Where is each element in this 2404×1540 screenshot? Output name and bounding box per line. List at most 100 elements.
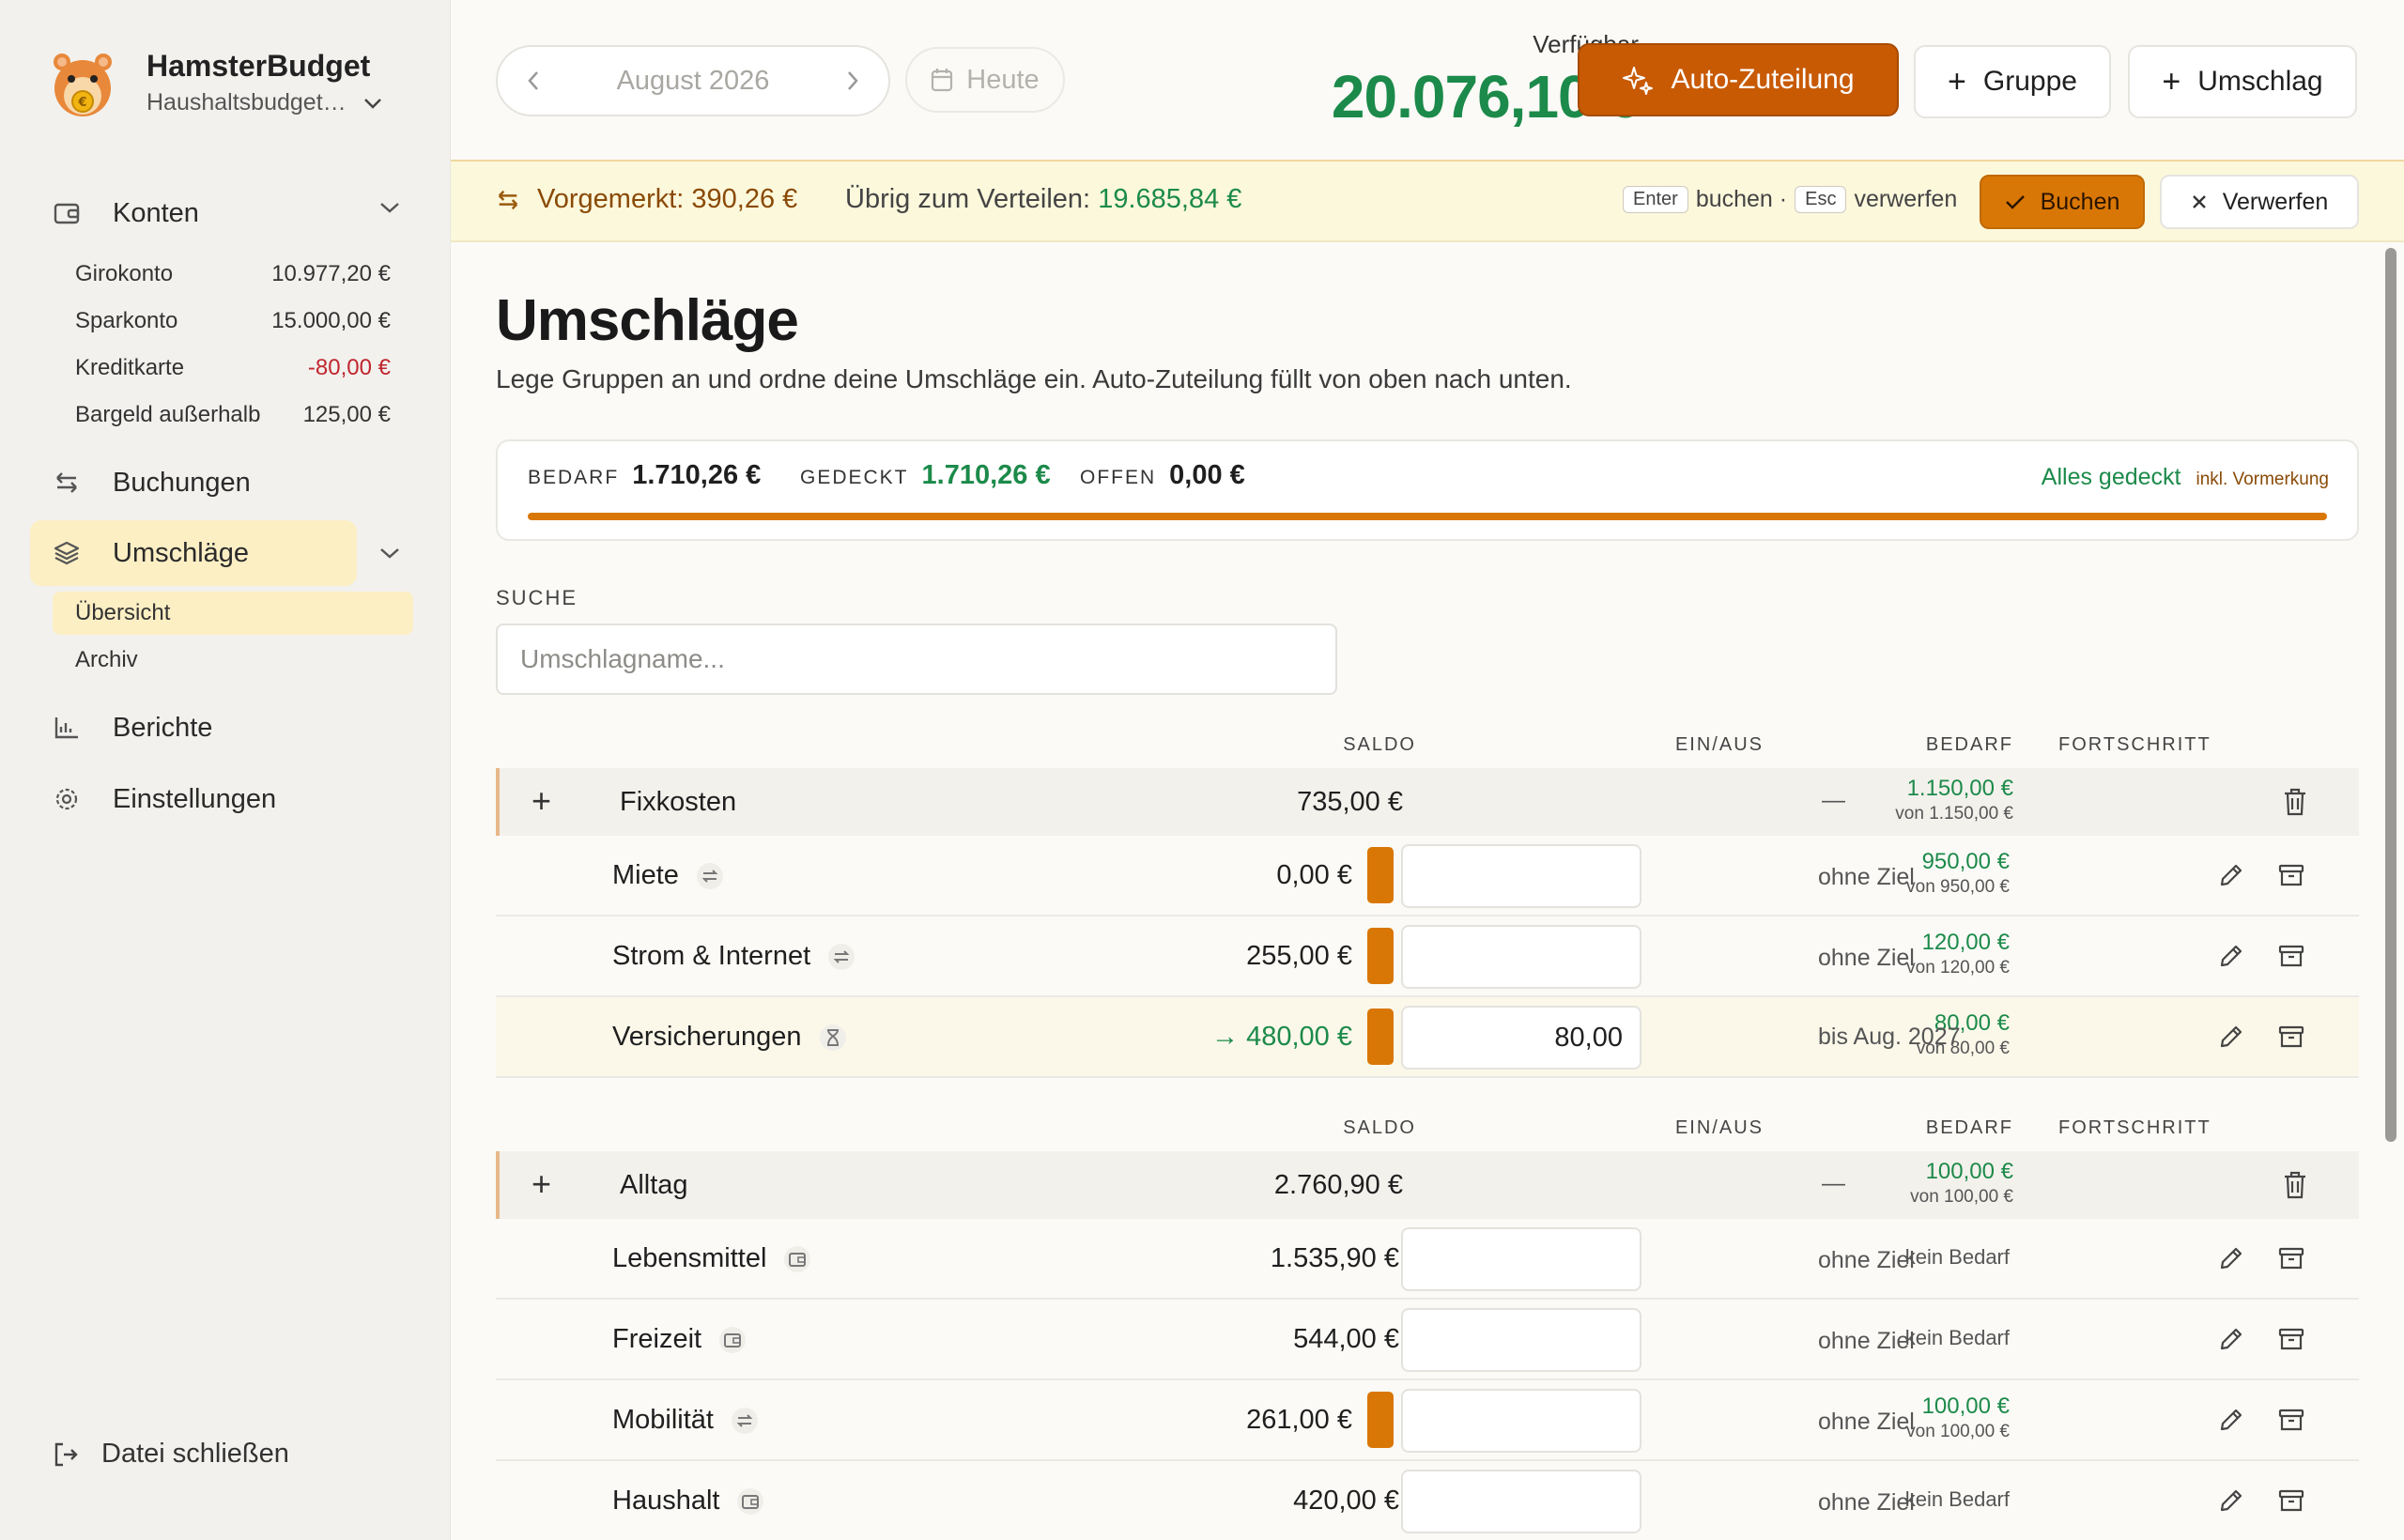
chevron-right-icon[interactable] [845, 69, 860, 93]
expand-plus-icon[interactable]: + [532, 781, 551, 821]
edit-pencil-icon[interactable] [2214, 858, 2248, 892]
archive-icon[interactable] [2274, 1403, 2308, 1437]
subnav-archiv[interactable]: Archiv [53, 639, 413, 682]
repeat-icon [827, 943, 855, 971]
envelope-row-miete: Miete 0,00 € 950,00 € von 950,00 € ohne … [496, 836, 2359, 916]
wallet-icon [783, 1245, 811, 1273]
archive-icon[interactable] [2274, 1322, 2308, 1356]
col-progress: FORTSCHRITT [2058, 1117, 2211, 1138]
nav-umschlaege[interactable]: Umschläge [30, 520, 357, 586]
account-kreditkarte[interactable]: Kreditkarte -80,00 € [75, 355, 391, 381]
summary-open-value: 0,00 € [1169, 460, 1245, 490]
group-progress: — [1822, 787, 1845, 813]
summary-covered: GEDECKT 1.710,26 € [800, 460, 1051, 491]
inout-input[interactable] [1401, 1470, 1641, 1533]
nav-einstellungen[interactable]: Einstellungen [30, 766, 415, 832]
edit-pencil-icon[interactable] [2214, 1484, 2248, 1517]
discard-label: Verwerfen [2222, 188, 2329, 215]
edit-pencil-icon[interactable] [2214, 1241, 2248, 1275]
nav-einstellungen-label: Einstellungen [113, 783, 277, 814]
coverage-progress-bar [528, 513, 2327, 520]
today-button[interactable]: Heute [905, 47, 1065, 113]
close-file-button[interactable]: Datei schließen [53, 1439, 289, 1470]
auto-allocate-button[interactable]: Auto-Zuteilung [1578, 43, 1899, 116]
add-group-button[interactable]: + Gruppe [1914, 45, 2111, 118]
inout-input[interactable] [1401, 1308, 1641, 1372]
envelope-progress: ohne Ziel [1818, 1247, 1915, 1273]
book-button[interactable]: Buchen [1980, 175, 2145, 229]
envelope-name: Miete [612, 860, 724, 891]
allocation-indicator [1367, 1392, 1394, 1448]
col-saldo: SALDO [1343, 734, 1416, 755]
logout-icon [54, 1442, 78, 1466]
chevron-left-icon[interactable] [526, 69, 541, 93]
envelope-progress: ohne Ziel [1818, 1409, 1915, 1435]
current-month[interactable]: August 2026 [617, 66, 770, 97]
trash-icon[interactable] [2278, 1168, 2312, 1202]
search-label: SUCHE [496, 586, 578, 609]
month-navigator: August 2026 [496, 45, 890, 116]
edit-pencil-icon[interactable] [2214, 1020, 2248, 1054]
calendar-icon [932, 69, 953, 92]
nav-buchungen[interactable]: Buchungen [30, 450, 415, 516]
topbar: August 2026 Heute Verfügbar 20.076,10 € … [451, 0, 2404, 162]
nav-berichte-label: Berichte [113, 712, 213, 743]
account-balance: -80,00 € [307, 355, 391, 380]
nav-berichte[interactable]: Berichte [30, 695, 415, 761]
envelope-saldo: 544,00 € [1293, 1324, 1399, 1354]
chevron-down-icon [363, 98, 381, 109]
account-sparkonto[interactable]: Sparkonto 15.000,00 € [75, 308, 391, 334]
scrollbar-thumb[interactable] [2385, 248, 2396, 1142]
gear-icon [53, 785, 81, 813]
archive-icon[interactable] [2274, 858, 2308, 892]
hint-book: buchen · [1695, 186, 1788, 212]
chevron-down-icon[interactable] [379, 201, 400, 214]
envelope-name: Freizeit [612, 1324, 747, 1355]
envelope-row-mobilitaet: Mobilität 261,00 € 100,00 € von 100,00 €… [496, 1380, 2359, 1461]
edit-pencil-icon[interactable] [2214, 1403, 2248, 1437]
envelope-progress: ohne Ziel [1818, 1328, 1915, 1354]
transfer-icon [53, 469, 81, 497]
inout-input[interactable] [1401, 1389, 1641, 1453]
account-bargeld[interactable]: Bargeld außerhalb 125,00 € [75, 402, 391, 428]
envelope-progress: ohne Ziel [1818, 1489, 1915, 1516]
inout-input[interactable] [1401, 844, 1641, 908]
brand[interactable]: € HamsterBudget Haushaltsbudget… [49, 45, 382, 120]
inout-input[interactable] [1401, 925, 1641, 989]
expand-plus-icon[interactable]: + [532, 1164, 551, 1204]
account-girokonto[interactable]: Girokonto 10.977,20 € [75, 261, 391, 287]
plus-icon: + [1948, 63, 1966, 100]
chevron-down-icon[interactable] [379, 547, 400, 560]
inout-input[interactable] [1401, 1227, 1641, 1291]
group-name: Fixkosten [620, 787, 737, 817]
file-selector[interactable]: Haushaltsbudget… [146, 89, 382, 116]
envelope-name-text: Strom & Internet [612, 941, 811, 971]
nav-umschlaege-label: Umschläge [113, 537, 250, 568]
wallet-icon [53, 199, 81, 227]
page-title: Umschläge [496, 288, 799, 353]
hint-discard: verwerfen [1854, 186, 1958, 212]
inout-input[interactable] [1401, 1006, 1641, 1070]
allocation-indicator [1367, 928, 1394, 984]
archive-icon[interactable] [2274, 1020, 2308, 1054]
trash-icon[interactable] [2278, 785, 2312, 819]
group-saldo: 2.760,90 € [1273, 1170, 1403, 1200]
discard-button[interactable]: Verwerfen [2160, 175, 2359, 229]
archive-icon[interactable] [2274, 1241, 2308, 1275]
edit-pencil-icon[interactable] [2214, 1322, 2248, 1356]
plus-icon: + [2162, 63, 2181, 100]
svg-text:€: € [77, 96, 86, 110]
add-envelope-button[interactable]: + Umschlag [2128, 45, 2357, 118]
edit-pencil-icon[interactable] [2214, 939, 2248, 973]
nav-konten[interactable]: Konten [30, 180, 415, 246]
envelope-name-text: Miete [612, 860, 679, 890]
envelope-name: Haushalt [612, 1486, 764, 1517]
subnav-uebersicht[interactable]: Übersicht [53, 592, 413, 635]
envelope-name-text: Mobilität [612, 1405, 714, 1435]
file-name: Haushaltsbudget… [146, 89, 347, 116]
search-input[interactable] [496, 624, 1337, 695]
summary-open-label: OFFEN [1080, 467, 1157, 488]
archive-icon[interactable] [2274, 1484, 2308, 1517]
archive-icon[interactable] [2274, 939, 2308, 973]
group-row-fixkosten: + Fixkosten 735,00 € 1.150,00 € von 1.15… [496, 768, 2359, 836]
